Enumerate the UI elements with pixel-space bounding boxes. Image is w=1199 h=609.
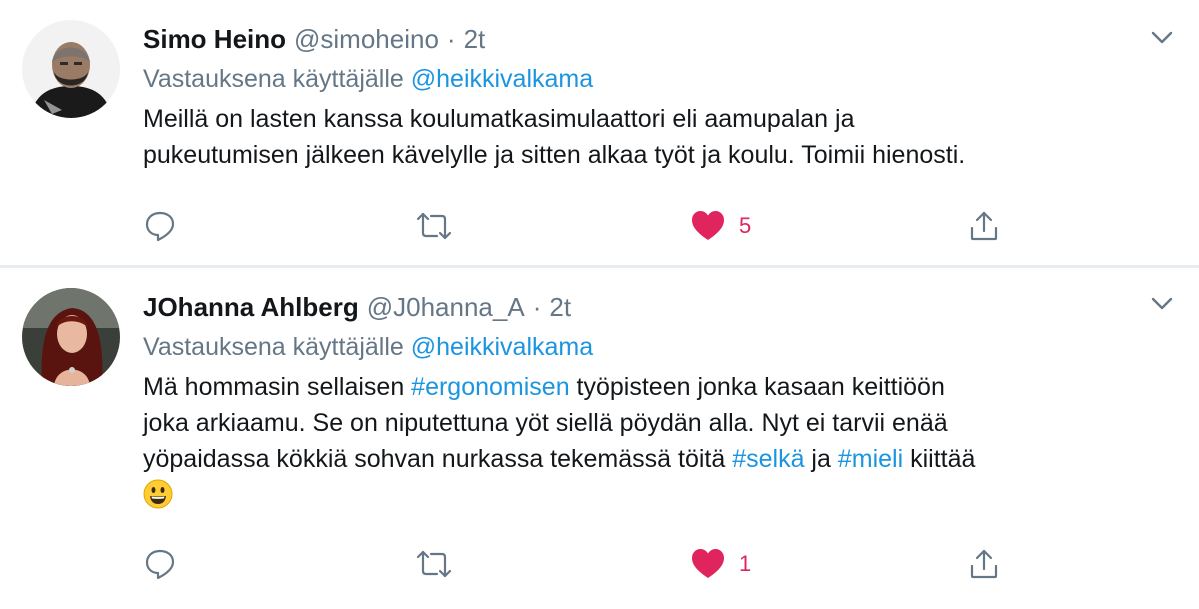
tweet-content: JOhanna Ahlberg @J0hanna_A · 2t Vastauksena…	[143, 268, 1153, 513]
like-count: 1	[739, 551, 752, 576]
share-button[interactable]	[967, 206, 1001, 246]
tweet[interactable]: JOhanna Ahlberg @J0hanna_A · 2t Vastauksena…	[0, 268, 1199, 609]
reply-icon	[145, 211, 175, 242]
share-icon	[970, 549, 998, 579]
tweet-actions: 5	[143, 206, 1023, 246]
avatar[interactable]	[22, 20, 120, 118]
retweet-icon	[416, 550, 452, 578]
reply-to-handle[interactable]: @heikkivalkama	[411, 333, 593, 361]
tweet-header: Simo Heino @simoheino · 2t	[143, 21, 1153, 57]
reply-prefix: Vastauksena käyttäjälle	[143, 65, 404, 93]
tweet-text-line: yöpaidassa kökkiä sohvan nurkassa tekemä…	[143, 441, 1153, 477]
share-icon	[970, 211, 998, 241]
user-handle[interactable]: @J0hanna_A	[367, 292, 525, 322]
timestamp[interactable]: 2t	[549, 292, 571, 322]
text-segment: yöpaidassa kökkiä sohvan nurkassa tekemä…	[143, 445, 733, 473]
hashtag-link[interactable]: #ergonomisen	[411, 373, 569, 401]
tweet-text: Mä hommasin sellaisen #ergonomisen työpi…	[143, 369, 1153, 513]
tweet-header: JOhanna Ahlberg @J0hanna_A · 2t	[143, 289, 1153, 325]
retweet-button[interactable]	[415, 206, 453, 246]
hashtag-link[interactable]: #mieli	[838, 445, 903, 473]
tweet-actions: 1	[143, 544, 1023, 584]
reply-button[interactable]	[143, 206, 177, 246]
timestamp[interactable]: 2t	[464, 24, 486, 54]
like-count: 5	[739, 213, 752, 238]
tweet-content: Simo Heino @simoheino · 2t Vastauksena käyt…	[143, 0, 1153, 173]
heart-icon	[692, 549, 724, 578]
text-segment: työpisteen jonka kasaan keittiöön	[569, 373, 945, 401]
display-name[interactable]: JOhanna Ahlberg	[143, 292, 359, 322]
like-button[interactable]: 5	[691, 206, 751, 246]
reply-context: Vastauksena käyttäjälle @heikkivalkama	[143, 61, 1153, 97]
avatar-image	[22, 288, 120, 386]
reply-context: Vastauksena käyttäjälle @heikkivalkama	[143, 329, 1153, 365]
share-button[interactable]	[967, 544, 1001, 584]
tweet-text-line: joka arkiaamu. Se on niputettuna yöt sie…	[143, 409, 948, 437]
retweet-button[interactable]	[415, 544, 453, 584]
chevron-down-icon[interactable]	[1149, 24, 1175, 50]
reply-icon	[145, 549, 175, 580]
separator-dot: ·	[532, 292, 542, 322]
avatar-image	[22, 20, 120, 118]
like-button[interactable]: 1	[691, 544, 751, 584]
text-segment: kiittää	[903, 445, 976, 473]
chevron-down-icon[interactable]	[1149, 290, 1175, 316]
separator-dot: ·	[446, 24, 456, 54]
tweet-text-line: pukeutumisen jälkeen kävelylle ja sitten…	[143, 141, 966, 169]
grinning-face-emoji	[143, 479, 173, 509]
tweet-text-line: Mä hommasin sellaisen #ergonomisen työpi…	[143, 369, 1153, 405]
hashtag-link[interactable]: #selkä	[732, 445, 804, 473]
retweet-icon	[416, 212, 452, 240]
display-name[interactable]: Simo Heino	[143, 24, 286, 54]
reply-prefix: Vastauksena käyttäjälle	[143, 333, 404, 361]
heart-icon	[692, 211, 724, 240]
text-segment: Mä hommasin sellaisen	[143, 373, 412, 401]
tweet-text: Meillä on lasten kanssa koulumatkasimula…	[143, 101, 1153, 173]
tweet-text-line: Meillä on lasten kanssa koulumatkasimula…	[143, 105, 855, 133]
reply-to-handle[interactable]: @heikkivalkama	[411, 65, 593, 93]
tweet[interactable]: Simo Heino @simoheino · 2t Vastauksena käyt…	[0, 0, 1199, 266]
tweet-text-line	[143, 477, 1153, 513]
text-segment: ja	[804, 445, 838, 473]
avatar[interactable]	[22, 288, 120, 386]
user-handle[interactable]: @simoheino	[294, 24, 439, 54]
reply-button[interactable]	[143, 544, 177, 584]
